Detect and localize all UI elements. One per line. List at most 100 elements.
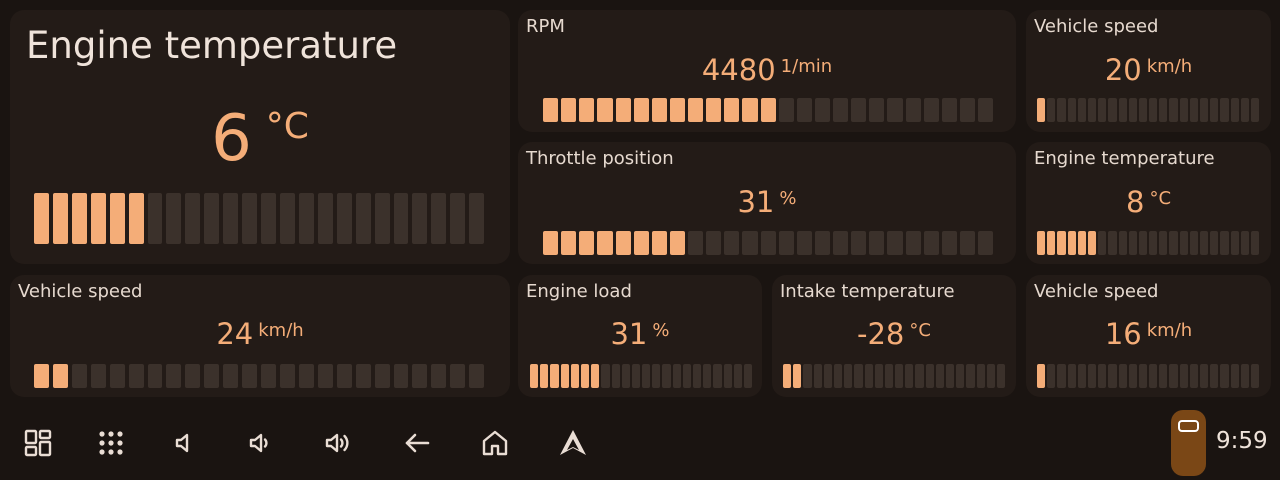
level-segment <box>1240 364 1249 388</box>
level-segment <box>1077 98 1086 122</box>
level-segment <box>543 231 559 255</box>
level-segment <box>1149 231 1158 255</box>
level-segment <box>1047 98 1056 122</box>
level-segment <box>905 231 921 255</box>
level-segment <box>1169 364 1178 388</box>
volume-down-icon[interactable] <box>243 426 277 460</box>
level-segment <box>978 231 994 255</box>
level-segment <box>1098 364 1107 388</box>
dashboard-grid-icon[interactable] <box>21 426 55 460</box>
value-number: 4480 <box>701 53 776 87</box>
volume-up-icon[interactable] <box>321 426 355 460</box>
level-segment <box>317 364 333 388</box>
android-auto-icon[interactable] <box>556 426 590 460</box>
level-segment <box>1067 98 1076 122</box>
value-number: 16 <box>1104 317 1142 351</box>
widget-title: Intake temperature <box>780 281 955 302</box>
level-segment <box>1250 98 1260 122</box>
level-segment <box>261 193 276 244</box>
level-segment <box>1037 364 1046 388</box>
widget-engine-temperature-large[interactable]: Engine temperature 6 °C <box>10 10 510 264</box>
level-segment <box>1067 364 1076 388</box>
back-arrow-icon[interactable] <box>400 426 434 460</box>
value-number: 31 <box>737 185 775 219</box>
level-segment <box>1098 231 1107 255</box>
widget-throttle-position[interactable]: Throttle position 31% <box>518 142 1016 264</box>
widget-value: 31% <box>518 317 762 351</box>
level-segment <box>833 364 843 388</box>
level-segment <box>412 364 428 388</box>
level-segment <box>579 231 595 255</box>
level-segment <box>651 231 667 255</box>
level-segment <box>611 364 620 388</box>
widget-rpm[interactable]: RPM 4480 1/min <box>518 10 1016 132</box>
level-segment <box>90 193 106 244</box>
level-segment <box>925 364 934 388</box>
level-segment <box>1087 231 1097 255</box>
level-segment <box>450 364 466 388</box>
widget-intake-temperature[interactable]: Intake temperature -28 °C <box>772 275 1016 397</box>
car-icon[interactable] <box>1171 410 1206 476</box>
widget-engine-temperature-small[interactable]: Engine temperature 8 °C <box>1026 142 1271 264</box>
level-segment <box>915 364 924 388</box>
widget-vehicle-speed-top[interactable]: Vehicle speed 20 km/h <box>1026 10 1271 132</box>
volume-mute-icon[interactable] <box>166 426 200 460</box>
level-segment <box>1159 364 1168 388</box>
level-segment <box>580 364 590 388</box>
level-segment <box>166 364 182 388</box>
level-bar <box>34 364 485 388</box>
level-segment <box>431 193 447 244</box>
level-segment <box>1179 98 1188 122</box>
level-bar <box>1037 98 1260 122</box>
home-icon[interactable] <box>478 426 512 460</box>
level-segment <box>147 364 163 388</box>
level-segment <box>851 98 867 122</box>
value-number: 24 <box>216 317 254 351</box>
widget-vehicle-speed-left[interactable]: Vehicle speed 24 km/h <box>10 275 510 397</box>
level-segment <box>742 98 758 122</box>
level-segment <box>874 364 883 388</box>
level-segment <box>1057 98 1066 122</box>
level-segment <box>1189 364 1198 388</box>
level-segment <box>1210 364 1219 388</box>
level-segment <box>803 364 812 388</box>
level-segment <box>1087 364 1097 388</box>
value-unit: % <box>779 188 797 209</box>
level-segment <box>1220 364 1229 388</box>
app-launcher-icon[interactable] <box>94 426 128 460</box>
level-segment <box>261 364 276 388</box>
value-unit: km/h <box>1146 56 1193 77</box>
level-segment <box>651 98 667 122</box>
level-segment <box>579 98 595 122</box>
level-segment <box>833 98 849 122</box>
level-segment <box>869 98 885 122</box>
level-segment <box>1189 231 1198 255</box>
widget-engine-load[interactable]: Engine load 31% <box>518 275 762 397</box>
level-segment <box>996 364 1006 388</box>
level-segment <box>1169 98 1178 122</box>
level-segment <box>298 364 314 388</box>
level-segment <box>90 364 106 388</box>
level-segment <box>887 231 903 255</box>
level-segment <box>1037 98 1046 122</box>
level-segment <box>796 98 812 122</box>
level-segment <box>905 364 914 388</box>
level-segment <box>851 231 867 255</box>
value-unit: °C <box>1149 188 1172 209</box>
level-segment <box>672 364 681 388</box>
level-segment <box>561 231 577 255</box>
level-segment <box>128 193 144 244</box>
level-segment <box>469 364 485 388</box>
level-segment <box>905 98 921 122</box>
level-segment <box>1159 98 1168 122</box>
level-segment <box>1169 231 1178 255</box>
level-segment <box>978 98 994 122</box>
widget-vehicle-speed-bottom[interactable]: Vehicle speed 16 km/h <box>1026 275 1271 397</box>
level-segment <box>242 193 258 244</box>
level-segment <box>204 193 220 244</box>
level-segment <box>591 364 600 388</box>
widget-title: Engine temperature <box>26 24 398 67</box>
level-bar <box>1037 364 1260 388</box>
level-segment <box>1108 231 1117 255</box>
level-segment <box>279 364 295 388</box>
